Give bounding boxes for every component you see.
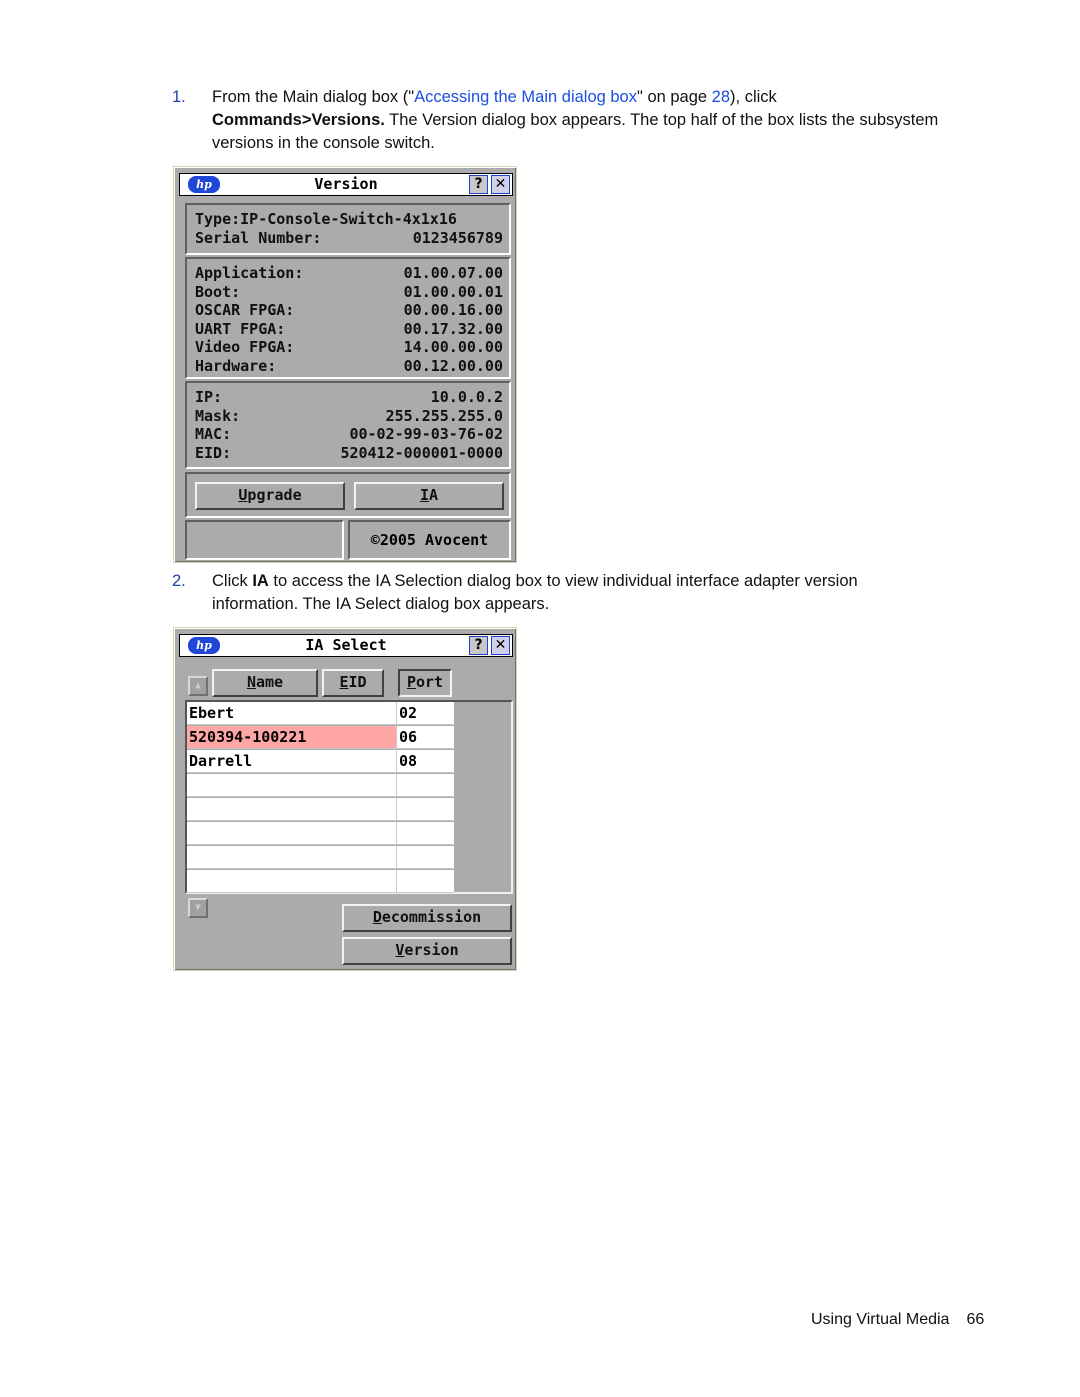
table-row[interactable]: Darrell 08 <box>187 750 455 774</box>
ia-name: Ebert <box>187 702 397 725</box>
title-bar: hp IA Select ? ✕ <box>179 634 513 657</box>
versions-panel: Application: 01.00.07.00 Boot: 01.00.00.01… <box>185 257 511 379</box>
close-icon[interactable]: ✕ <box>491 636 510 655</box>
version-row: OSCAR FPGA: 00.00.16.00 <box>195 301 503 320</box>
network-panel: IP: 10.0.0.2 Mask: 255.255.255.0 MAC: 00-02… <box>185 381 511 469</box>
table-row[interactable] <box>187 798 455 822</box>
network-row: MAC: 00-02-99-03-76-02 <box>195 425 503 444</box>
ia-button[interactable]: IA <box>354 482 504 510</box>
table-row[interactable] <box>187 822 455 846</box>
table-row[interactable]: Ebert 02 <box>187 702 455 726</box>
dialog-title: Version <box>314 175 378 193</box>
sort-port-button[interactable]: Port <box>398 669 452 697</box>
sort-eid-button[interactable]: EID <box>322 669 384 697</box>
ia-name: Darrell <box>187 750 397 773</box>
title-bar: hp Version ? ✕ <box>179 173 513 196</box>
sort-name-button[interactable]: Name <box>212 669 318 697</box>
version-row: Application: 01.00.07.00 <box>195 264 503 282</box>
info-row: Type:IP-Console-Switch-4x1x16 <box>195 210 457 228</box>
decommission-button[interactable]: Decommission <box>342 904 512 932</box>
help-icon[interactable]: ? <box>469 175 488 194</box>
table-row[interactable] <box>187 846 455 870</box>
ia-port: 08 <box>397 750 454 773</box>
help-icon[interactable]: ? <box>469 636 488 655</box>
version-row: Video FPGA: 14.00.00.00 <box>195 338 503 357</box>
ia-port <box>397 774 454 797</box>
version-row: UART FPGA: 00.17.32.00 <box>195 319 503 338</box>
scroll-up-icon[interactable]: ▲ <box>188 676 208 696</box>
close-icon[interactable]: ✕ <box>491 175 510 194</box>
ia-port: 06 <box>397 726 454 749</box>
page-footer: Using Virtual Media 66 <box>811 1311 984 1329</box>
version-row: Hardware: 00.12.00.00 <box>195 356 503 375</box>
step-text: Click IA to access the IA Selection dial… <box>212 572 858 613</box>
status-field-empty <box>185 520 344 560</box>
ia-port <box>397 870 454 893</box>
table-row[interactable] <box>187 870 455 894</box>
identity-panel: Type:IP-Console-Switch-4x1x16 Serial Num… <box>185 203 511 255</box>
ia-name <box>187 774 397 797</box>
dialog-title: IA Select <box>305 636 387 654</box>
table-row[interactable] <box>187 774 455 798</box>
version-dialog: hp Version ? ✕ Type:IP-Console-Switch-4x… <box>173 166 517 563</box>
ia-name <box>187 846 397 869</box>
scroll-down-icon[interactable]: ▼ <box>188 898 208 918</box>
footer-section: Using Virtual Media <box>811 1311 950 1328</box>
ia-command: IA <box>252 572 269 590</box>
ia-port <box>397 798 454 821</box>
action-panel: Upgrade IA <box>185 472 511 518</box>
step-number: 2. <box>172 572 186 590</box>
ia-port: 02 <box>397 702 454 725</box>
ia-port <box>397 846 454 869</box>
ia-select-dialog: hp IA Select ? ✕ ▲ Name EID Port Ebert 02… <box>173 627 517 971</box>
network-row: EID: 520412-000001-0000 <box>195 443 503 462</box>
ia-name <box>187 822 397 845</box>
version-row: Boot: 01.00.00.01 <box>195 282 503 301</box>
page-number: 66 <box>966 1311 985 1328</box>
table-row-selected[interactable]: 520394-100221 06 <box>187 726 455 750</box>
ia-name: 520394-100221 <box>187 726 397 749</box>
copyright-label: ©2005 Avocent <box>348 520 511 560</box>
network-row: IP: 10.0.0.2 <box>195 388 503 406</box>
page-28-link[interactable]: 28 <box>712 88 730 106</box>
step-number: 1. <box>172 88 186 106</box>
ia-name <box>187 870 397 893</box>
accessing-main-dialog-link[interactable]: Accessing the Main dialog box <box>414 88 637 106</box>
info-row: Serial Number: 0123456789 <box>195 228 503 247</box>
network-row: Mask: 255.255.255.0 <box>195 406 503 425</box>
upgrade-button[interactable]: Upgrade <box>195 482 345 510</box>
ia-port <box>397 822 454 845</box>
version-button[interactable]: Version <box>342 937 512 965</box>
ia-list: Ebert 02 520394-100221 06 Darrell 08 <box>185 700 513 894</box>
command-path: Commands>Versions. <box>212 111 385 129</box>
ia-name <box>187 798 397 821</box>
step-text: From the Main dialog box ("Accessing the… <box>212 88 939 152</box>
